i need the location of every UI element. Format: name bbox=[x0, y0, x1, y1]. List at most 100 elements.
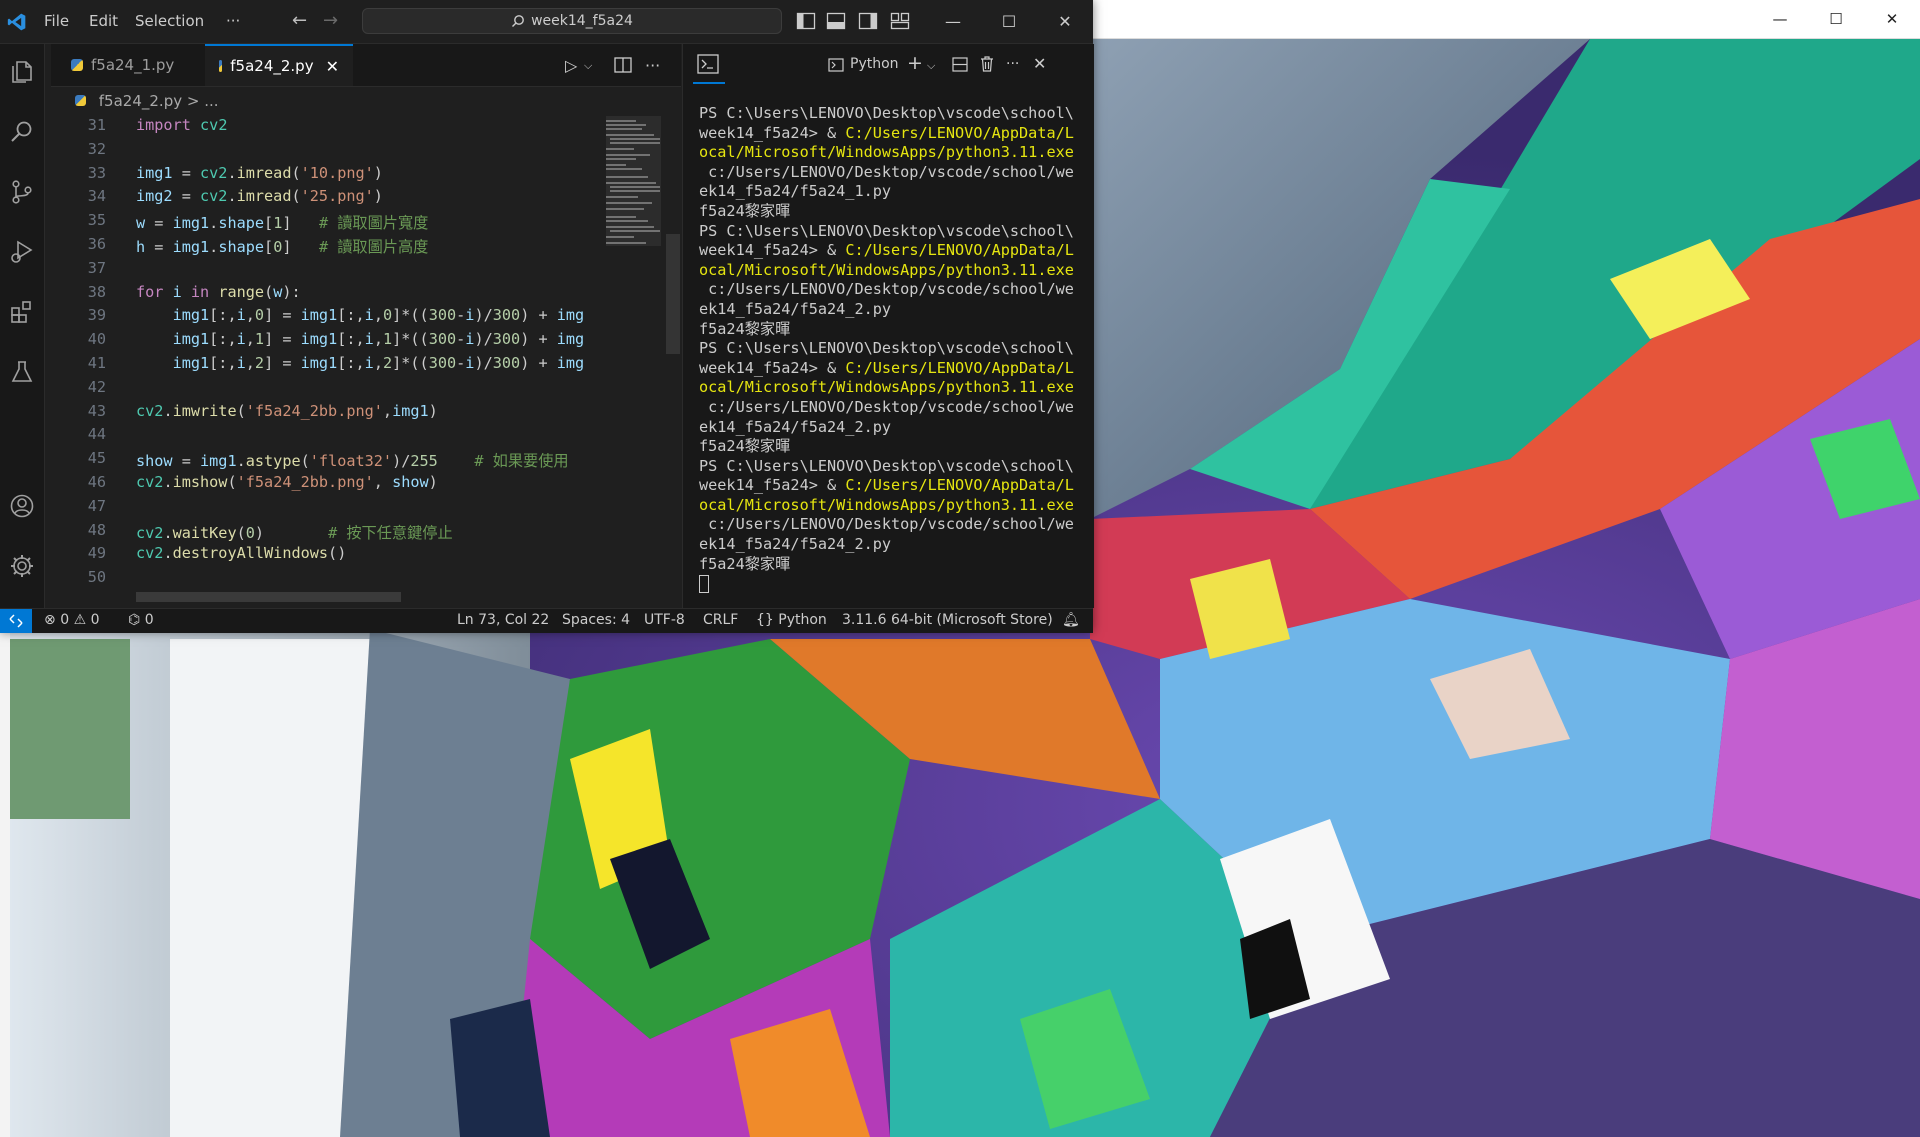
code-editor[interactable]: 31 import cv2 32 33 img1 = cv2.imread('10.pn… bbox=[51, 116, 606, 596]
breadcrumb-file[interactable]: f5a24_2.py bbox=[99, 92, 182, 110]
breadcrumb: f5a24_2.py > ... bbox=[75, 92, 219, 110]
customize-layout-icon[interactable] bbox=[890, 12, 910, 30]
code-line[interactable]: w = img1.shape[1] # 讀取圖片寬度 bbox=[136, 211, 428, 233]
terminal-output[interactable]: PS C:\Users\LENOVO\Desktop\vscode\school… bbox=[699, 104, 1089, 594]
run-python-file-icon[interactable]: ▷ bbox=[565, 56, 577, 75]
toggle-primary-sidebar-icon[interactable] bbox=[796, 12, 816, 30]
tab-f5a24-2[interactable]: f5a24_2.py ✕ bbox=[205, 44, 353, 86]
notifications-bell-icon[interactable]: 🔔︎ bbox=[1062, 612, 1080, 628]
terminal-profile-icon bbox=[828, 58, 844, 72]
breadcrumb-symbols[interactable]: ... bbox=[204, 92, 218, 110]
line-number: 35 bbox=[87, 211, 106, 230]
terminal-dropdown-chevron-icon[interactable]: ⌵ bbox=[927, 59, 935, 73]
terminal-icon[interactable] bbox=[697, 54, 719, 74]
terminal-script-path: c:/Users/LENOVO/Desktop/vscode/school/we… bbox=[699, 280, 1074, 318]
line-number: 49 bbox=[87, 544, 106, 563]
code-line[interactable]: h = img1.shape[0] # 讀取圖片高度 bbox=[136, 235, 428, 257]
terminal-profile-label[interactable]: Python bbox=[850, 56, 899, 72]
terminal-more-actions-icon[interactable]: ··· bbox=[1006, 56, 1019, 72]
accounts-icon[interactable] bbox=[8, 492, 36, 520]
eol-status[interactable]: CRLF bbox=[703, 612, 738, 628]
code-line[interactable]: img2 = cv2.imread('25.png') bbox=[136, 187, 383, 205]
warning-count: 0 bbox=[90, 612, 100, 628]
command-center-text: week14_f5a24 bbox=[531, 13, 633, 29]
code-line[interactable]: cv2.imshow('f5a24_2bb.png', show) bbox=[136, 473, 438, 491]
encoding-status[interactable]: UTF-8 bbox=[644, 612, 685, 628]
source-control-icon[interactable] bbox=[8, 178, 36, 206]
language-label: Python bbox=[778, 612, 827, 628]
manage-gear-icon[interactable] bbox=[8, 552, 36, 580]
ports-status[interactable]: ⌬ 0 bbox=[128, 612, 154, 628]
image-window-close-button[interactable]: ✕ bbox=[1864, 0, 1920, 38]
menu-edit[interactable]: Edit bbox=[89, 12, 118, 30]
terminal-run-block: PS C:\Users\LENOVO\Desktop\vscode\school… bbox=[699, 457, 1074, 573]
warning-triangle-icon: ⚠ bbox=[73, 612, 87, 628]
toggle-panel-icon[interactable] bbox=[826, 12, 846, 30]
close-panel-icon[interactable]: ✕ bbox=[1033, 54, 1046, 73]
terminal-header: Python + ⌵ ··· ✕ bbox=[683, 44, 1094, 86]
toggle-secondary-sidebar-icon[interactable] bbox=[858, 12, 878, 30]
code-line[interactable]: cv2.imwrite('f5a24_2bb.png',img1) bbox=[136, 402, 438, 420]
python-file-icon bbox=[219, 60, 223, 72]
problems-status[interactable]: ⊗ 0 ⚠ 0 bbox=[44, 612, 100, 628]
terminal-script-path: c:/Users/LENOVO/Desktop/vscode/school/we… bbox=[699, 162, 1074, 201]
terminal-script-path: c:/Users/LENOVO/Desktop/vscode/school/we… bbox=[699, 397, 1074, 436]
testing-flask-icon[interactable] bbox=[8, 358, 36, 386]
vscode-logo-icon bbox=[7, 13, 26, 31]
code-line[interactable]: img1[:,i,1] = img1[:,i,1]*((300-i)/300) … bbox=[136, 330, 585, 348]
code-line[interactable]: show = img1.astype('float32')/255 # 如果要使… bbox=[136, 449, 569, 471]
explorer-icon[interactable] bbox=[8, 58, 36, 86]
editor-tabs: f5a24_1.py f5a24_2.py ✕ ▷ ⌵ ··· bbox=[51, 44, 681, 87]
split-terminal-icon[interactable] bbox=[952, 57, 968, 72]
terminal-script-path: c:/Users/LENOVO/Desktop/vscode/school/we… bbox=[699, 515, 1074, 554]
extensions-icon[interactable] bbox=[8, 298, 36, 326]
language-mode[interactable]: {} Python bbox=[756, 612, 827, 628]
maximize-button[interactable]: ☐ bbox=[981, 0, 1037, 43]
search-icon bbox=[512, 15, 524, 27]
code-line[interactable]: for i in range(w): bbox=[136, 283, 301, 301]
code-line[interactable]: img1[:,i,2] = img1[:,i,2]*((300-i)/300) … bbox=[136, 354, 585, 372]
line-number: 42 bbox=[87, 377, 106, 396]
terminal-program-output: f5a24黎家暉 bbox=[699, 319, 791, 338]
run-dropdown-chevron-icon[interactable]: ⌵ bbox=[584, 59, 592, 73]
code-line[interactable]: cv2.destroyAllWindows() bbox=[136, 544, 346, 562]
indentation-status[interactable]: Spaces: 4 bbox=[562, 612, 630, 628]
tab-f5a24-1[interactable]: f5a24_1.py bbox=[57, 44, 205, 86]
close-button[interactable]: ✕ bbox=[1037, 0, 1093, 43]
minimize-button[interactable]: — bbox=[925, 0, 981, 43]
image-window-maximize-button[interactable]: ☐ bbox=[1808, 0, 1864, 38]
remote-indicator-icon[interactable] bbox=[0, 609, 32, 633]
minimap[interactable] bbox=[606, 116, 661, 316]
vertical-scrollbar[interactable] bbox=[666, 234, 680, 354]
back-arrow-icon[interactable]: ← bbox=[292, 10, 307, 31]
python-file-icon bbox=[75, 95, 86, 106]
line-number: 47 bbox=[87, 496, 106, 515]
menu-file[interactable]: File bbox=[44, 12, 69, 30]
terminal-run-block: PS C:\Users\LENOVO\Desktop\vscode\school… bbox=[699, 339, 1074, 455]
python-interpreter[interactable]: 3.11.6 64-bit (Microsoft Store) bbox=[842, 612, 1053, 628]
line-number: 38 bbox=[87, 282, 106, 301]
tab-label: f5a24_1.py bbox=[91, 56, 175, 74]
run-and-debug-icon[interactable] bbox=[8, 238, 36, 266]
horizontal-scrollbar[interactable] bbox=[136, 592, 401, 602]
editor-more-actions-icon[interactable]: ··· bbox=[645, 56, 660, 75]
tab-close-icon[interactable]: ✕ bbox=[326, 57, 339, 76]
line-number: 45 bbox=[87, 449, 106, 468]
image-window-minimize-button[interactable]: — bbox=[1752, 0, 1808, 38]
status-bar: ⊗ 0 ⚠ 0 ⌬ 0 Ln 73, Col 22 Spaces: 4 UTF-… bbox=[0, 608, 1093, 633]
trash-icon[interactable] bbox=[980, 56, 994, 72]
command-center-search[interactable]: week14_f5a24 bbox=[362, 8, 782, 34]
new-terminal-plus-icon[interactable]: + bbox=[907, 52, 923, 74]
code-line[interactable]: img1[:,i,0] = img1[:,i,0]*((300-i)/300) … bbox=[136, 306, 585, 324]
line-number: 48 bbox=[87, 520, 106, 539]
code-line[interactable]: import cv2 bbox=[136, 116, 227, 134]
terminal-cursor bbox=[699, 574, 709, 593]
split-editor-icon[interactable] bbox=[614, 57, 632, 73]
menu-more[interactable]: ··· bbox=[226, 12, 240, 30]
cursor-position[interactable]: Ln 73, Col 22 bbox=[457, 612, 549, 628]
code-line[interactable]: img1 = cv2.imread('10.png') bbox=[136, 164, 383, 182]
forward-arrow-icon[interactable]: → bbox=[323, 10, 338, 31]
menu-selection[interactable]: Selection bbox=[135, 12, 204, 30]
search-sidebar-icon[interactable] bbox=[8, 118, 36, 146]
code-line[interactable]: cv2.waitKey(0) # 按下任意鍵停止 bbox=[136, 521, 453, 543]
